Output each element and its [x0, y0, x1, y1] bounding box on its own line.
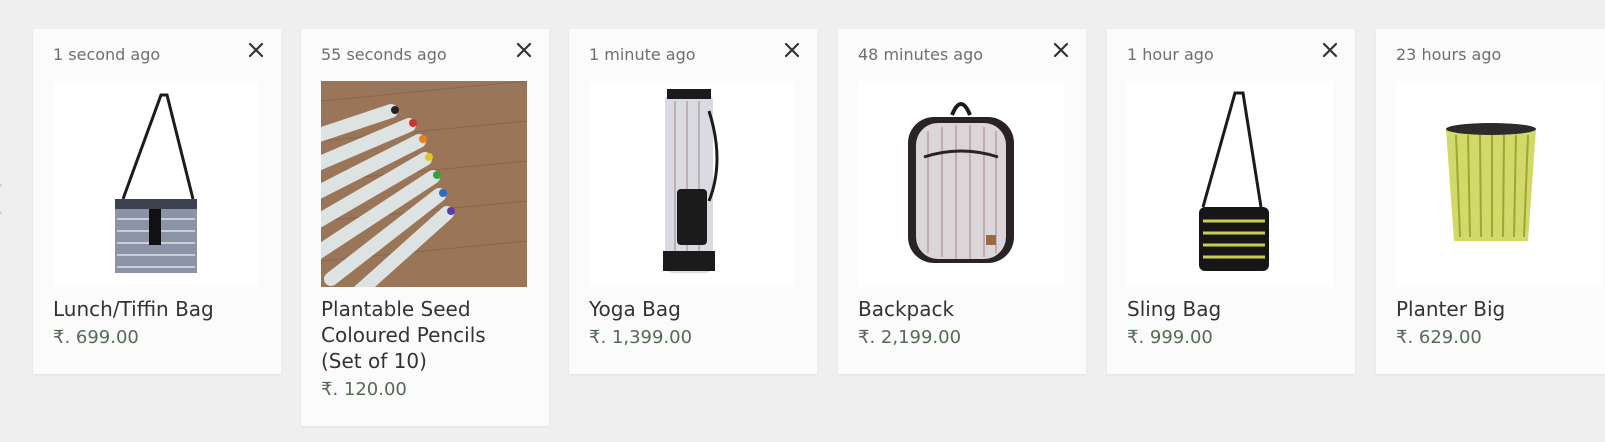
product-price: ₹. 2,199.00: [858, 327, 962, 348]
time-ago: 1 minute ago: [589, 45, 696, 64]
close-icon[interactable]: [513, 39, 535, 61]
close-icon[interactable]: [1319, 39, 1341, 61]
product-name[interactable]: Lunch/Tiffin Bag: [53, 296, 263, 322]
close-icon[interactable]: [781, 39, 803, 61]
planter-image[interactable]: [1396, 81, 1602, 287]
lunch-bag-image[interactable]: [53, 81, 259, 287]
product-price: ₹. 699.00: [53, 327, 139, 348]
product-name[interactable]: Sling Bag: [1127, 296, 1337, 322]
seed-pencils-image[interactable]: [321, 81, 527, 287]
product-price: ₹. 999.00: [1127, 327, 1213, 348]
product-card[interactable]: 1 hour ago Sling Bag ₹. 999.00: [1107, 29, 1355, 374]
yoga-bag-image[interactable]: [589, 81, 795, 287]
time-ago: 55 seconds ago: [321, 45, 447, 64]
product-name[interactable]: Yoga Bag: [589, 296, 799, 322]
product-name[interactable]: Backpack: [858, 296, 1068, 322]
time-ago: 1 second ago: [53, 45, 161, 64]
product-price: ₹. 1,399.00: [589, 327, 693, 348]
product-name[interactable]: Plantable Seed Coloured Pencils (Set of …: [321, 296, 531, 374]
close-icon[interactable]: [245, 39, 267, 61]
time-ago: 48 minutes ago: [858, 45, 984, 64]
product-name[interactable]: Planter Big: [1396, 296, 1605, 322]
product-card[interactable]: 48 minutes ago Backpack ₹. 2,199.00: [838, 29, 1086, 374]
time-ago: 23 hours ago: [1396, 45, 1502, 64]
product-card[interactable]: 1 second ago Lunch/Tiffin Bag ₹. 699.00: [33, 29, 281, 374]
product-card[interactable]: 23 hours ago Planter Big ₹. 629.00: [1376, 29, 1605, 374]
close-icon[interactable]: [1050, 39, 1072, 61]
sling-bag-image[interactable]: [1127, 81, 1333, 287]
time-ago: 1 hour ago: [1127, 45, 1214, 64]
product-card[interactable]: 1 minute ago Yoga Bag ₹. 1,399.00: [569, 29, 817, 374]
product-price: ₹. 120.00: [321, 379, 407, 400]
backpack-image[interactable]: [858, 81, 1064, 287]
prev-arrow-icon[interactable]: [0, 183, 17, 215]
product-card[interactable]: 55 seconds ago Plantable Seed Coloured P…: [301, 29, 549, 426]
product-price: ₹. 629.00: [1396, 327, 1482, 348]
